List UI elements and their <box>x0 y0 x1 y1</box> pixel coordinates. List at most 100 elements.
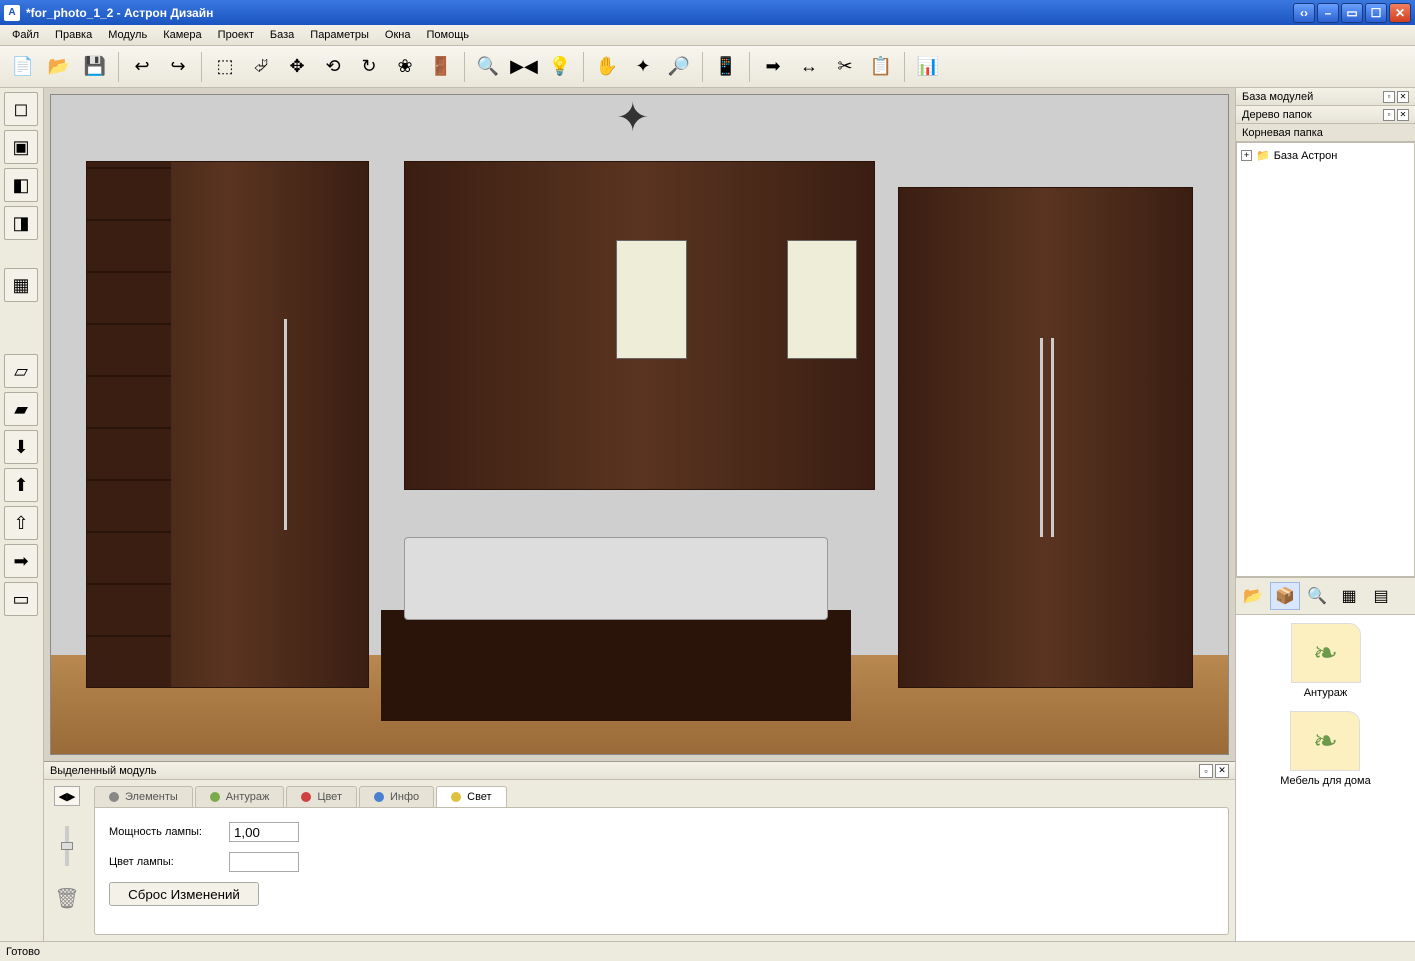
export-icon[interactable]: ➡ <box>756 50 790 84</box>
orbit-icon[interactable]: ✦ <box>626 50 660 84</box>
save-icon[interactable]: 💾 <box>78 50 112 84</box>
open-icon[interactable]: 📂 <box>42 50 76 84</box>
zoom-slider[interactable] <box>65 826 69 866</box>
arrow-right-icon[interactable]: ➡ <box>4 544 38 578</box>
tab-label: Элементы <box>125 791 178 803</box>
arrow-down-icon[interactable]: ⬇ <box>4 430 38 464</box>
tab-label: Свет <box>467 791 491 803</box>
tab-info[interactable]: Инфо <box>359 786 434 807</box>
info-icon <box>374 792 384 802</box>
separator <box>749 52 750 82</box>
window-control-a[interactable]: ‹› <box>1293 3 1315 23</box>
window-title: *for_photo_1_2 - Астрон Дизайн <box>26 6 1291 20</box>
maximize-button[interactable]: ☐ <box>1365 3 1387 23</box>
trash-icon[interactable]: 🗑 <box>54 886 79 911</box>
mirror-icon[interactable]: ▶◀ <box>507 50 541 84</box>
folder-tree[interactable]: + 📁 База Астрон <box>1236 142 1415 577</box>
panel-close-button[interactable]: ✕ <box>1215 764 1229 778</box>
bottom-panel-title-bar: Выделенный модуль ▫ ✕ <box>44 762 1235 780</box>
lamp-color-picker[interactable] <box>229 852 299 872</box>
tab-color[interactable]: Цвет <box>286 786 357 807</box>
folder-icon: 📁 <box>1256 149 1270 162</box>
scene: ✦ <box>50 94 1229 755</box>
cube-top-icon[interactable]: ▣ <box>4 130 38 164</box>
catalog-list[interactable]: ❧Антураж ❧Мебель для дома <box>1236 615 1415 941</box>
select-icon[interactable]: ⬚ <box>208 50 242 84</box>
main-area: ◻ ▣ ◧ ◨ ▦ ▱ ▰ ⬇ ⬆ ⇧ ➡ ▭ ✦ <box>0 88 1415 941</box>
pan-icon[interactable]: ✋ <box>590 50 624 84</box>
menu-правка[interactable]: Правка <box>47 27 100 43</box>
panel-b-icon[interactable]: ▰ <box>4 392 38 426</box>
highlight-icon[interactable]: ▭ <box>4 582 38 616</box>
cube-side-icon[interactable]: ◨ <box>4 206 38 240</box>
rotate90-icon[interactable]: ⟲ <box>316 50 350 84</box>
panel-a-icon[interactable]: ▱ <box>4 354 38 388</box>
tab-light[interactable]: Свет <box>436 786 506 807</box>
tab-entourage[interactable]: Антураж <box>195 786 285 807</box>
menu-камера[interactable]: Камера <box>155 27 209 43</box>
menu-проект[interactable]: Проект <box>210 27 262 43</box>
catalog-item-label: Антураж <box>1304 687 1348 699</box>
gap <box>4 330 39 350</box>
viewport-3d[interactable]: ✦ <box>44 88 1235 761</box>
cube-empty-icon[interactable]: ◻ <box>4 92 38 126</box>
handle-icon <box>284 319 287 529</box>
undo-icon[interactable]: ↩ <box>125 50 159 84</box>
panel-close-button[interactable]: ✕ <box>1397 109 1409 121</box>
menu-параметры[interactable]: Параметры <box>302 27 377 43</box>
catalog-item-label: Мебель для дома <box>1280 775 1370 787</box>
measure-icon[interactable]: ↔ <box>792 50 826 84</box>
lamp-power-label: Мощность лампы: <box>109 826 219 838</box>
zoom-extents-icon[interactable]: 🔍 <box>471 50 505 84</box>
arrow-up-alt-icon[interactable]: ⇧ <box>4 506 38 540</box>
view-box-icon[interactable]: 📦 <box>1270 582 1300 610</box>
tree-node-root[interactable]: + 📁 База Астрон <box>1241 147 1410 164</box>
cube-textured-icon[interactable]: ▦ <box>4 268 38 302</box>
zoom-icon[interactable]: 🔎 <box>662 50 696 84</box>
reset-changes-button[interactable]: Сброс Изменений <box>109 882 259 906</box>
pointer-icon[interactable]: ⮰ <box>244 50 278 84</box>
color-icon[interactable]: ❀ <box>388 50 422 84</box>
expand-icon[interactable]: + <box>1241 150 1252 161</box>
catalog-item-home-furniture[interactable]: ❧Мебель для дома <box>1280 711 1370 787</box>
lamp-power-input[interactable] <box>229 822 299 842</box>
light-icon[interactable]: 💡 <box>543 50 577 84</box>
catalog-item-entourage[interactable]: ❧Антураж <box>1291 623 1361 699</box>
tool-a-icon[interactable]: ✂ <box>828 50 862 84</box>
new-icon[interactable]: 📄 <box>6 50 40 84</box>
restore-button[interactable]: ▭ <box>1341 3 1363 23</box>
handle-icon <box>1051 338 1054 538</box>
panel-pin-button[interactable]: ▫ <box>1383 91 1395 103</box>
cube-front-icon[interactable]: ◧ <box>4 168 38 202</box>
move-icon[interactable]: ✥ <box>280 50 314 84</box>
grid-view-icon[interactable]: ▦ <box>1334 582 1364 610</box>
bed-mattress <box>404 537 828 620</box>
nav-pager[interactable]: ◀▶ <box>54 786 80 806</box>
redo-icon[interactable]: ↪ <box>161 50 195 84</box>
menu-модуль[interactable]: Модуль <box>100 27 155 43</box>
tab-elements[interactable]: Элементы <box>94 786 193 807</box>
search-icon[interactable]: 🔍 <box>1302 582 1332 610</box>
root-folder-header: Корневая папка <box>1236 124 1415 142</box>
panel-close-button[interactable]: ✕ <box>1397 91 1409 103</box>
close-button[interactable]: ✕ <box>1389 3 1411 23</box>
calc-icon[interactable]: 📱 <box>709 50 743 84</box>
tab-label: Инфо <box>390 791 419 803</box>
list-view-icon[interactable]: ▤ <box>1366 582 1396 610</box>
status-text: Готово <box>6 946 40 958</box>
tool-b-icon[interactable]: 📋 <box>864 50 898 84</box>
rotate-icon[interactable]: ↻ <box>352 50 386 84</box>
report-icon[interactable]: 📊 <box>911 50 945 84</box>
arrow-up-green-icon[interactable]: ⬆ <box>4 468 38 502</box>
menu-помощь[interactable]: Помощь <box>418 27 477 43</box>
menu-база[interactable]: База <box>262 27 302 43</box>
tab-label: Антураж <box>226 791 270 803</box>
door-icon[interactable]: 🚪 <box>424 50 458 84</box>
up-level-icon[interactable]: 📂 <box>1238 582 1268 610</box>
panel-pin-button[interactable]: ▫ <box>1383 109 1395 121</box>
menu-окна[interactable]: Окна <box>377 27 419 43</box>
menu-файл[interactable]: Файл <box>4 27 47 43</box>
minimize-button[interactable]: – <box>1317 3 1339 23</box>
panel-pin-button[interactable]: ▫ <box>1199 764 1213 778</box>
folder-tree-title: Дерево папок <box>1242 109 1312 121</box>
